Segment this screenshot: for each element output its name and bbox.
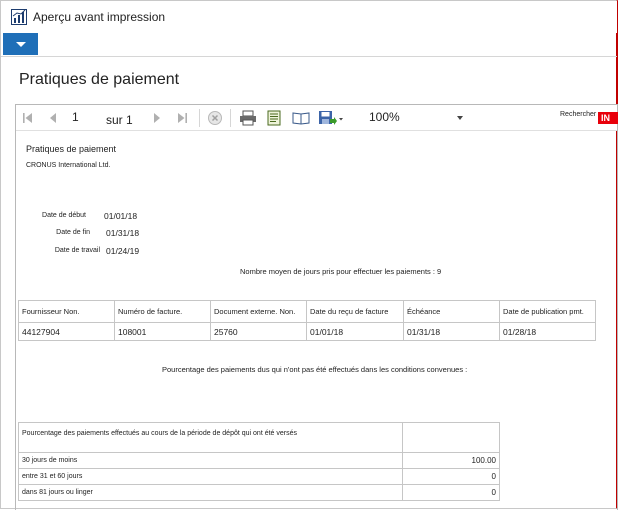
work-date-label: Date de travail — [54, 247, 100, 254]
last-page-icon[interactable] — [176, 110, 188, 126]
chevron-down-icon — [16, 42, 26, 47]
window-title: Aperçu avant impression — [33, 10, 166, 24]
column-header: Date du reçu de facture — [306, 300, 404, 323]
table-header-row: Fournisseur Non. Numéro de facture. Docu… — [18, 300, 596, 323]
work-date-value: 01/24/19 — [106, 246, 140, 256]
end-date-value: 01/31/18 — [106, 228, 140, 238]
table-cell — [402, 422, 500, 453]
next-page-icon[interactable] — [152, 110, 162, 126]
period-table: Pourcentage des paiements effectués au c… — [18, 422, 500, 501]
report-page: Pratiques de paiement CRONUS Internation… — [16, 132, 617, 511]
book-icon[interactable] — [292, 110, 310, 126]
search-input[interactable] — [482, 109, 554, 127]
column-header: Fournisseur Non. — [18, 300, 115, 323]
table-row: 30 jours de moins 100.00 — [18, 452, 500, 469]
column-header: Date de publication pmt. — [499, 300, 596, 323]
company-name: CRONUS International Ltd. — [26, 162, 111, 169]
average-days-note: Nombre moyen de jours pris pour effectue… — [240, 267, 442, 276]
table-row: 44127904 108001 25760 01/01/18 01/31/18 … — [18, 322, 596, 341]
zoom-select[interactable]: 100% — [363, 110, 465, 127]
table-cell: 25760 — [210, 322, 307, 341]
table-cell: 01/01/18 — [306, 322, 404, 341]
page-title: Pratiques de paiement — [19, 71, 180, 88]
stop-icon[interactable] — [207, 110, 223, 126]
report-chart-icon — [11, 9, 27, 25]
table-cell: 01/31/18 — [403, 322, 500, 341]
search-button[interactable]: IN — [598, 112, 618, 124]
table-cell: 108001 — [114, 322, 211, 341]
search-label: Rechercher — [560, 111, 597, 118]
page-count-label: sur 1 — [106, 113, 133, 127]
title-bar: Aperçu avant impression — [1, 1, 617, 33]
end-date-label: Date de fin — [56, 229, 90, 236]
column-header: Document externe. Non. — [210, 300, 307, 323]
zoom-value: 100% — [369, 110, 400, 124]
table-row: dans 81 jours ou linger 0 — [18, 484, 500, 501]
first-page-icon[interactable] — [22, 110, 34, 126]
chevron-down-icon — [457, 116, 463, 120]
toolbar-separator — [230, 109, 231, 127]
print-preview-window: Aperçu avant impression Pratiques de pai… — [0, 0, 618, 510]
period-value: 100.00 — [402, 452, 500, 469]
table-cell: 44127904 — [18, 322, 115, 341]
start-date-value: 01/01/18 — [104, 211, 138, 221]
period-label: 30 jours de moins — [18, 452, 403, 469]
table-row: entre 31 et 60 jours 0 — [18, 468, 500, 485]
report-toolbar: 1 sur 1 100% Rechercher IN — [16, 105, 618, 131]
unpaid-note: Pourcentage des paiements dus qui n'ont … — [162, 365, 468, 374]
period-table-header: Pourcentage des paiements effectués au c… — [18, 422, 403, 453]
ribbon — [1, 33, 617, 57]
report-title: Pratiques de paiement — [26, 144, 117, 154]
start-date-label: Date de début — [42, 212, 86, 219]
period-label: entre 31 et 60 jours — [18, 468, 403, 485]
table-cell: 01/28/18 — [499, 322, 596, 341]
report-viewer: 1 sur 1 100% Rechercher IN Pratiques de … — [15, 104, 618, 510]
toolbar-separator — [199, 109, 200, 127]
column-header: Numéro de facture. — [114, 300, 211, 323]
period-value: 0 — [402, 484, 500, 501]
export-save-icon[interactable] — [318, 110, 344, 126]
page-layout-icon[interactable] — [267, 110, 281, 126]
column-header: Échéance — [403, 300, 500, 323]
period-label: dans 81 jours ou linger — [18, 484, 403, 501]
previous-page-icon[interactable] — [48, 110, 58, 126]
ribbon-menu-button[interactable] — [3, 33, 38, 55]
print-icon[interactable] — [239, 110, 257, 126]
payments-table: Fournisseur Non. Numéro de facture. Docu… — [18, 300, 596, 341]
period-value: 0 — [402, 468, 500, 485]
page-number-input[interactable]: 1 — [72, 110, 100, 124]
table-header-row: Pourcentage des paiements effectués au c… — [18, 422, 500, 453]
